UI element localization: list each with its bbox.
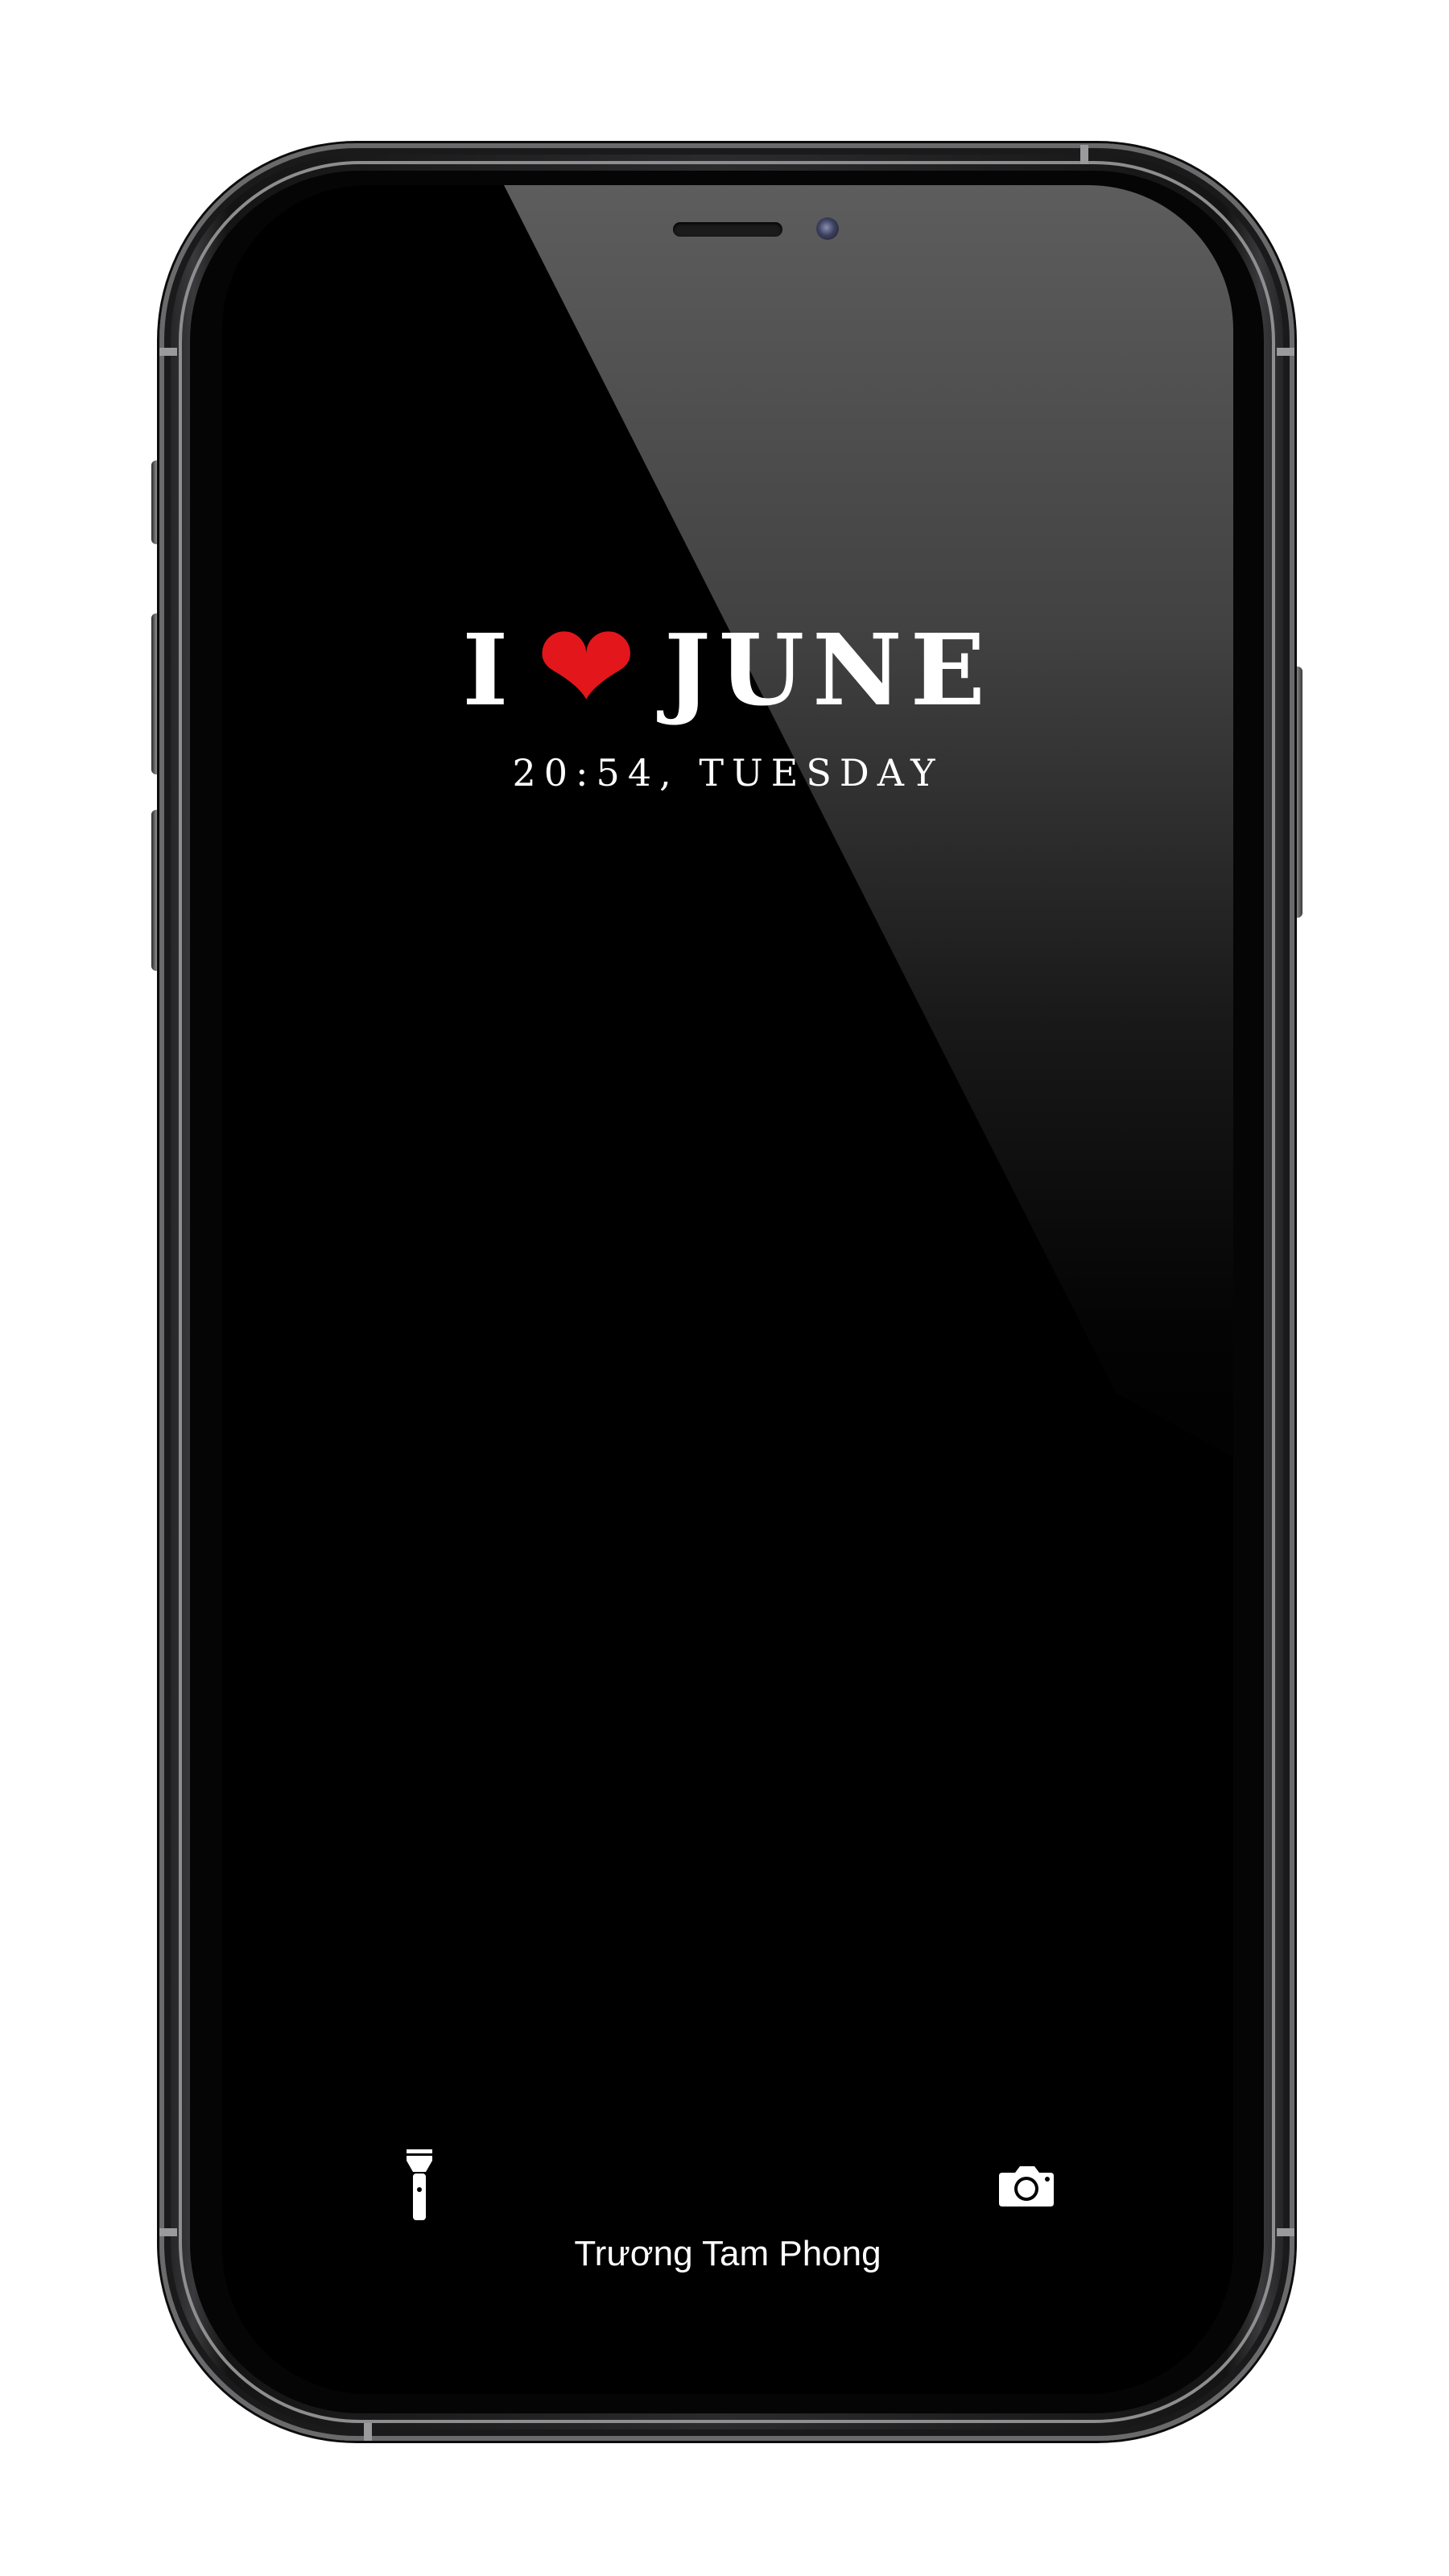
antenna-line bbox=[1080, 145, 1088, 164]
antenna-line bbox=[1277, 348, 1294, 356]
lock-screen-title: I ❤ JUNE bbox=[222, 604, 1233, 734]
lock-screen: I ❤ JUNE 20:54, TUESDAY Trương Tam Phong bbox=[222, 185, 1233, 2394]
screen-glare bbox=[504, 185, 1233, 1457]
flashlight-button[interactable] bbox=[375, 2141, 464, 2230]
antenna-line bbox=[364, 2423, 372, 2441]
title-prefix: I bbox=[462, 612, 517, 728]
camera-icon bbox=[999, 2166, 1054, 2207]
time-day-label: 20:54, TUESDAY bbox=[512, 751, 943, 795]
heart-icon: ❤ bbox=[535, 598, 646, 738]
antenna-line bbox=[1277, 2228, 1294, 2236]
camera-button[interactable] bbox=[982, 2141, 1071, 2230]
antenna-line bbox=[159, 348, 177, 356]
title-month: JUNE bbox=[664, 612, 993, 728]
front-camera bbox=[816, 217, 839, 240]
earpiece-speaker bbox=[673, 222, 782, 237]
flashlight-icon bbox=[407, 2149, 432, 2220]
antenna-line bbox=[159, 2228, 177, 2236]
owner-name: Trương Tam Phong bbox=[574, 2234, 881, 2273]
